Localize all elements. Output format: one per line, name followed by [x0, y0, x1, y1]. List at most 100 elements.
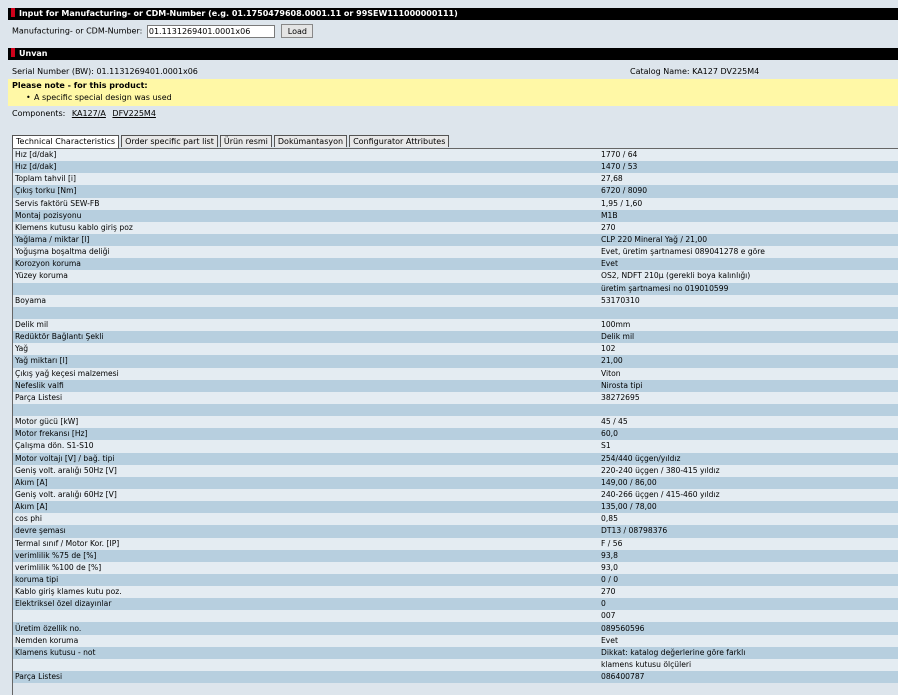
tab-documentation[interactable]: Dokümantasyon	[273, 135, 348, 147]
characteristic-name: Montaj pozisyonu	[13, 209, 599, 222]
characteristic-value	[599, 306, 898, 319]
characteristic-value: 240-266 üçgen / 415-460 yıldız	[599, 488, 898, 502]
manufacturing-number-input[interactable]	[146, 24, 275, 38]
table-row: verimlilik %100 de [%] 93,0	[13, 561, 898, 574]
table-row: Üretim özellik no. 089560596	[13, 622, 898, 635]
characteristic-name: Üretim özellik no.	[13, 622, 599, 635]
characteristic-value: Evet, üretim şartnamesi 089041278 e göre	[599, 246, 898, 259]
component-link-motor[interactable]: DFV225M4	[112, 109, 156, 118]
characteristic-value: 1770 / 64	[599, 149, 898, 162]
characteristic-name: Parça Listesi	[13, 671, 599, 684]
characteristic-value: 270	[599, 221, 898, 234]
table-row: Kablo giriş klames kutu poz. 270	[13, 586, 898, 599]
number-input-label: Manufacturing- or CDM-Number:	[12, 26, 143, 36]
characteristic-value: 220-240 üçgen / 380-415 yıldız	[599, 464, 898, 477]
characteristic-name: Klemens kutusu kablo giriş poz	[13, 221, 599, 234]
tab-configurator-attributes[interactable]: Configurator Attributes	[349, 135, 450, 147]
characteristic-name: Parça Listesi	[13, 391, 599, 404]
table-row: Çıkış yağ keçesi malzemesi Viton	[13, 367, 898, 380]
characteristic-name: Yağlama / miktar [l]	[13, 233, 599, 247]
characteristic-value: klamens kutusu ölçüleri	[599, 658, 898, 672]
tab-order-part-list[interactable]: Order specific part list	[121, 135, 218, 147]
table-row: Çıkış torku [Nm] 6720 / 8090	[13, 185, 898, 198]
table-row: Yoğuşma boşaltma deliği Evet, üretim şart…	[13, 246, 898, 259]
section-marker-icon	[11, 48, 15, 57]
characteristic-value: DT13 / 08798376	[599, 525, 898, 538]
table-row: Yüzey koruma OS2, NDFT 210µ (gerekli boya…	[13, 270, 898, 283]
load-button[interactable]: Load	[281, 24, 314, 38]
table-row: Montaj pozisyonu M1B	[13, 209, 898, 222]
table-row: Hız [d/dak] 1470 / 53	[13, 161, 898, 174]
characteristic-value: 21,00	[599, 355, 898, 368]
section-marker-icon	[11, 8, 15, 17]
characteristic-value: 254/440 üçgen/yıldız	[599, 452, 898, 465]
note-item-text: A specific special design was used	[34, 93, 172, 102]
table-row: Elektriksel özel dizayınlar 0	[13, 598, 898, 611]
tab-product-image[interactable]: Ürün resmi	[219, 135, 272, 147]
characteristic-name: Hız [d/dak]	[13, 161, 599, 174]
characteristic-value: Nirosta tipi	[599, 379, 898, 392]
characteristic-value: OS2, NDFT 210µ (gerekli boya kalınlığı)	[599, 270, 898, 283]
characteristic-name: Korozyon koruma	[13, 258, 599, 271]
characteristic-name: Motor frekansı [Hz]	[13, 428, 599, 441]
characteristic-name: Nemden koruma	[13, 634, 599, 647]
number-input-row: Manufacturing- or CDM-Number: Load	[12, 24, 314, 38]
characteristic-name: Kablo giriş klames kutu poz.	[13, 586, 599, 599]
table-row: Akım [A] 135,00 / 78,00	[13, 501, 898, 514]
table-row: Klamens kutusu - not Dikkat: katalog değe…	[13, 646, 898, 659]
characteristic-name: Çalışma dön. S1-S10	[13, 440, 599, 453]
tab-bar: Technical Characteristics Order specific…	[12, 135, 451, 148]
characteristic-name: verimlilik %75 de [%]	[13, 549, 599, 562]
characteristic-value: 45 / 45	[599, 416, 898, 429]
table-row: 007	[13, 610, 898, 623]
table-row: Geniş volt. aralığı 50Hz [V] 220-240 üçge…	[13, 464, 898, 477]
characteristic-value: Dikkat: katalog değerlerine göre farklı	[599, 646, 898, 659]
characteristic-value: 60,0	[599, 428, 898, 441]
characteristic-value	[599, 403, 898, 417]
table-row	[13, 306, 898, 319]
table-row: Motor gücü [kW] 45 / 45	[13, 416, 898, 429]
table-row: Toplam tahvil [i] 27,68	[13, 173, 898, 186]
components-label: Components:	[12, 109, 66, 118]
characteristic-value: M1B	[599, 209, 898, 222]
characteristic-name: koruma tipi	[13, 573, 599, 587]
note-title: Please note - for this product:	[12, 81, 148, 90]
table-row: Boyama 53170310	[13, 294, 898, 307]
input-section-title: Input for Manufacturing- or CDM-Number (…	[19, 9, 458, 18]
characteristic-value: 0 / 0	[599, 573, 898, 587]
characteristic-value: 1,95 / 1,60	[599, 197, 898, 210]
characteristic-name	[13, 282, 599, 295]
characteristic-name: Yoğuşma boşaltma deliği	[13, 246, 599, 259]
table-row: Motor frekansı [Hz] 60,0	[13, 428, 898, 441]
characteristic-name: Nefeslik valfi	[13, 379, 599, 392]
characteristic-name: Motor voltajı [V] / bağ. tipi	[13, 452, 599, 465]
component-link-gear[interactable]: KA127/A	[72, 109, 106, 118]
unit-section-header: Unvan	[8, 48, 898, 60]
characteristics-table-wrap: Hız [d/dak] 1770 / 64 Hız [d/dak] 1470 / 53…	[12, 148, 898, 695]
tab-technical-characteristics[interactable]: Technical Characteristics	[12, 135, 120, 148]
characteristic-name: Toplam tahvil [i]	[13, 173, 599, 186]
note-item: • A specific special design was used	[26, 93, 172, 102]
product-note: Please note - for this product: • A spec…	[8, 79, 898, 106]
characteristic-name: cos phi	[13, 513, 599, 526]
characteristic-value: F / 56	[599, 537, 898, 550]
table-row: Korozyon koruma Evet	[13, 258, 898, 271]
characteristic-name	[13, 306, 599, 319]
characteristic-value: 53170310	[599, 294, 898, 307]
characteristic-value: 089560596	[599, 622, 898, 635]
characteristic-name: Çıkış torku [Nm]	[13, 185, 599, 198]
characteristic-value: 38272695	[599, 391, 898, 404]
characteristic-name: Boyama	[13, 294, 599, 307]
characteristic-value: 1470 / 53	[599, 161, 898, 174]
characteristic-value: 102	[599, 343, 898, 356]
bullet-icon: •	[26, 93, 31, 102]
components-row: Components: KA127/A DFV225M4	[12, 109, 156, 118]
unit-section-title: Unvan	[19, 49, 48, 58]
characteristic-value: Evet	[599, 258, 898, 271]
characteristic-name: Çıkış yağ keçesi malzemesi	[13, 367, 599, 380]
characteristic-value: 6720 / 8090	[599, 185, 898, 198]
table-row: Hız [d/dak] 1770 / 64	[13, 149, 898, 162]
characteristic-value: 0,85	[599, 513, 898, 526]
table-row: Yağ 102	[13, 343, 898, 356]
table-row: Yağ miktarı [l] 21,00	[13, 355, 898, 368]
